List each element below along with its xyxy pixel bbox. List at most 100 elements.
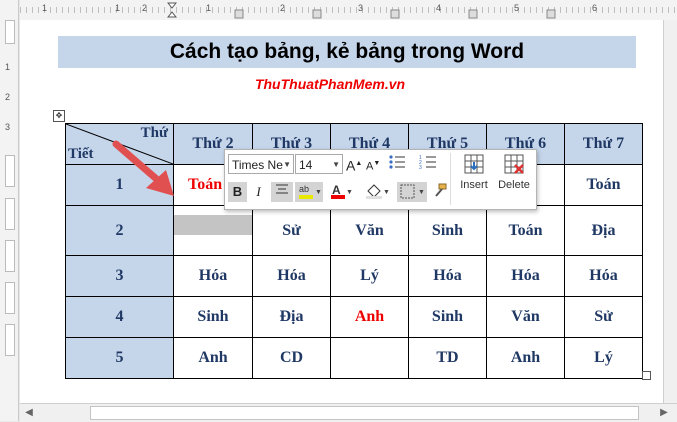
ruler-cell-segment: [5, 324, 15, 356]
table-cell[interactable]: Hóa: [408, 255, 487, 297]
vertical-ruler[interactable]: 1 2 3: [0, 0, 19, 421]
period-cell[interactable]: 3: [65, 255, 174, 297]
italic-button[interactable]: I: [249, 182, 268, 202]
insert-label: Insert: [460, 179, 488, 191]
table-cell[interactable]: Sinh: [408, 205, 487, 256]
table-cell-selected[interactable]: [173, 205, 253, 256]
ruler-cell-segment: [5, 155, 15, 187]
svg-text:▼: ▼: [315, 189, 322, 196]
table-cell[interactable]: Anh: [173, 337, 253, 379]
table-cell[interactable]: [330, 337, 409, 379]
svg-text:▼: ▼: [383, 189, 390, 196]
ruler-number: 3: [5, 122, 11, 132]
table-cell[interactable]: Sử: [252, 205, 331, 256]
table-cell[interactable]: Hóa: [252, 255, 331, 297]
borders-icon[interactable]: ▼: [397, 182, 427, 202]
center-align-icon[interactable]: [271, 182, 293, 202]
column-marker-icon[interactable]: [546, 9, 556, 19]
mini-toolbar: Times Ne ▼ 14 ▼ A▲ A▼ 123 B I ab ▼ A ▼ ▼ ▼…: [224, 149, 537, 210]
insert-table-icon: [464, 154, 484, 174]
format-painter-icon[interactable]: [431, 182, 449, 202]
ruler-number: 5: [514, 3, 520, 13]
font-name-value: Times Ne: [232, 158, 283, 172]
grow-font-glyph: A: [346, 157, 356, 174]
period-cell[interactable]: 2: [65, 205, 174, 256]
table-cell[interactable]: Văn: [486, 296, 565, 338]
period-cell[interactable]: 5: [65, 337, 174, 379]
day-header-cell[interactable]: Thứ 7: [564, 123, 643, 165]
table-row: 4 Sinh Địa Anh Sinh Văn Sử: [65, 296, 643, 338]
font-size-combobox[interactable]: 14 ▼: [295, 154, 343, 174]
delete-button[interactable]: Delete: [492, 152, 536, 206]
vertical-scrollbar[interactable]: [663, 20, 677, 403]
document-page[interactable]: Cách tạo bảng, kẻ bảng trong Word ThuThu…: [20, 20, 663, 403]
insert-button[interactable]: Insert: [452, 152, 496, 206]
ruler-number: 4: [436, 3, 442, 13]
table-cell[interactable]: Sinh: [408, 296, 487, 338]
svg-text:ab: ab: [299, 184, 309, 194]
bold-button[interactable]: B: [228, 182, 247, 202]
scroll-right-icon[interactable]: ▶: [657, 406, 671, 420]
table-cell[interactable]: CD: [252, 337, 331, 379]
selection-highlight: [174, 215, 252, 235]
ruler-number: 3: [358, 3, 364, 13]
toolbar-divider: [450, 153, 451, 205]
delete-table-icon: [504, 154, 524, 174]
column-marker-icon[interactable]: [390, 9, 400, 19]
table-row: 3 Hóa Hóa Lý Hóa Hóa Hóa: [65, 255, 643, 297]
highlight-color-icon[interactable]: ab ▼: [295, 182, 323, 202]
font-name-combobox[interactable]: Times Ne ▼: [228, 154, 294, 174]
ruler-number: 1: [206, 3, 212, 13]
table-cell[interactable]: Anh: [486, 337, 565, 379]
ruler-margin: [5, 20, 15, 44]
ruler-number: 1: [5, 62, 11, 72]
table-cell[interactable]: Hóa: [173, 255, 253, 297]
table-resize-handle-icon[interactable]: [642, 371, 651, 380]
horizontal-scrollbar[interactable]: ◀ ▶: [20, 403, 677, 422]
table-cell[interactable]: Văn: [330, 205, 409, 256]
table-cell[interactable]: Địa: [252, 296, 331, 338]
document-title: Cách tạo bảng, kẻ bảng trong Word: [169, 40, 525, 63]
bullets-icon[interactable]: [385, 154, 411, 174]
table-row: 2 Sử Văn Sinh Toán Địa: [65, 205, 643, 256]
table-cell[interactable]: Toán: [564, 164, 643, 206]
svg-text:A: A: [332, 183, 341, 197]
grow-font-icon[interactable]: A▲: [346, 154, 362, 174]
horizontal-ruler[interactable]: 1 1 2 1 2 3 4 5 6: [20, 0, 677, 21]
scrollbar-thumb[interactable]: [90, 406, 639, 420]
table-cell[interactable]: Lý: [330, 255, 409, 297]
table-row: 5 Anh CD TD Anh Lý: [65, 337, 643, 379]
header-tiet: Tiết: [68, 146, 94, 162]
column-marker-icon[interactable]: [468, 9, 478, 19]
delete-label: Delete: [498, 179, 530, 191]
table-cell[interactable]: Anh: [330, 296, 409, 338]
table-cell[interactable]: Địa: [564, 205, 643, 256]
font-size-value: 14: [299, 158, 313, 172]
ruler-number: 1: [42, 3, 48, 13]
column-marker-icon[interactable]: [234, 9, 244, 19]
table-cell[interactable]: Hóa: [486, 255, 565, 297]
scroll-left-icon[interactable]: ◀: [22, 406, 36, 420]
shrink-font-icon[interactable]: A▼: [366, 154, 380, 174]
font-color-icon[interactable]: A ▼: [329, 182, 353, 202]
table-cell[interactable]: Lý: [564, 337, 643, 379]
table-cell[interactable]: TD: [408, 337, 487, 379]
shading-icon[interactable]: ▼: [363, 182, 391, 202]
ruler-number: 1: [115, 3, 121, 13]
ruler-number: 2: [280, 3, 286, 13]
ruler-number: 2: [5, 92, 11, 102]
period-cell[interactable]: 4: [65, 296, 174, 338]
table-cell[interactable]: Hóa: [564, 255, 643, 297]
column-marker-icon[interactable]: [312, 9, 322, 19]
red-arrow-icon: [112, 140, 174, 196]
table-cell[interactable]: Toán: [486, 205, 565, 256]
chevron-down-icon: ▼: [332, 160, 340, 169]
table-move-handle-icon[interactable]: ✥: [53, 110, 65, 122]
numbering-icon[interactable]: 123: [417, 154, 443, 174]
svg-text:3: 3: [419, 165, 422, 170]
indent-marker-icon[interactable]: [167, 2, 177, 18]
svg-text:▼: ▼: [418, 189, 425, 196]
table-cell[interactable]: Sử: [564, 296, 643, 338]
table-cell[interactable]: Sinh: [173, 296, 253, 338]
svg-text:▼: ▼: [346, 189, 353, 196]
